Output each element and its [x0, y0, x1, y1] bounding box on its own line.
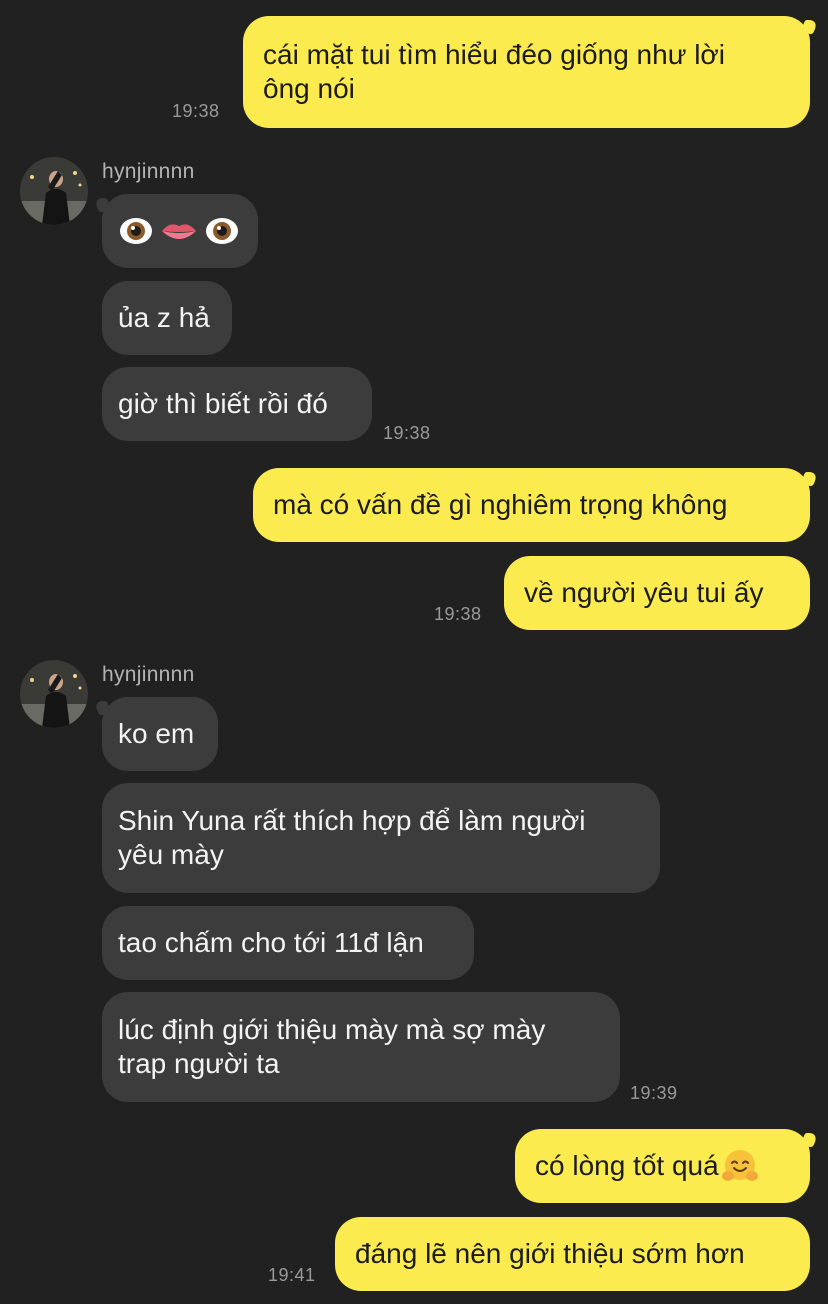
- outgoing-message[interactable]: về người yêu tui ấy: [504, 556, 810, 630]
- message-time: 19:39: [630, 1083, 678, 1103]
- message-text: ko em: [118, 718, 195, 749]
- outgoing-message[interactable]: đáng lẽ nên giới thiệu sớm hơn: [335, 1217, 810, 1291]
- eye-emoji: [204, 179, 240, 283]
- outgoing-message[interactable]: cái mặt tui tìm hiểu đéo giống như lời ô…: [243, 16, 810, 128]
- incoming-message[interactable]: ủa z hả: [102, 281, 232, 355]
- sender-name: hynjinnnn: [102, 663, 195, 686]
- message-text: về người yêu tui ấy: [524, 577, 764, 608]
- incoming-message[interactable]: giờ thì biết rồi đó: [102, 367, 372, 441]
- incoming-message[interactable]: [102, 194, 258, 268]
- emoji-message: [118, 179, 240, 283]
- message-text: cái mặt tui tìm hiểu đéo giống như lời ô…: [263, 39, 726, 104]
- message-text: ủa z hả: [118, 302, 210, 333]
- incoming-message[interactable]: tao chấm cho tới 11đ lận: [102, 906, 474, 980]
- message-text: lúc định giới thiệu mày mà sợ mày trap n…: [118, 1014, 546, 1079]
- message-text: tao chấm cho tới 11đ lận: [118, 927, 424, 958]
- message-time: 19:38: [434, 604, 482, 624]
- lips-emoji: [160, 179, 198, 283]
- eye-emoji: [118, 179, 154, 283]
- message-text: Shin Yuna rất thích hợp để làm người yêu…: [118, 805, 586, 870]
- chat-thread[interactable]: cái mặt tui tìm hiểu đéo giống như lời ô…: [0, 0, 828, 1304]
- message-text: có lòng tốt quá: [535, 1150, 719, 1181]
- incoming-message[interactable]: ko em: [102, 697, 218, 771]
- hugging-face-emoji: [721, 1113, 759, 1219]
- message-time: 19:41: [268, 1265, 316, 1285]
- outgoing-message[interactable]: có lòng tốt quá: [515, 1129, 810, 1203]
- contact-avatar[interactable]: [20, 157, 88, 225]
- message-time: 19:38: [172, 101, 220, 121]
- message-text: mà có vấn đề gì nghiêm trọng không: [273, 489, 728, 520]
- message-text: giờ thì biết rồi đó: [118, 388, 328, 419]
- message-text: đáng lẽ nên giới thiệu sớm hơn: [355, 1238, 745, 1269]
- incoming-message[interactable]: lúc định giới thiệu mày mà sợ mày trap n…: [102, 992, 620, 1102]
- incoming-message[interactable]: Shin Yuna rất thích hợp để làm người yêu…: [102, 783, 660, 893]
- contact-avatar[interactable]: [20, 660, 88, 728]
- outgoing-message[interactable]: mà có vấn đề gì nghiêm trọng không: [253, 468, 810, 542]
- message-time: 19:38: [383, 423, 431, 443]
